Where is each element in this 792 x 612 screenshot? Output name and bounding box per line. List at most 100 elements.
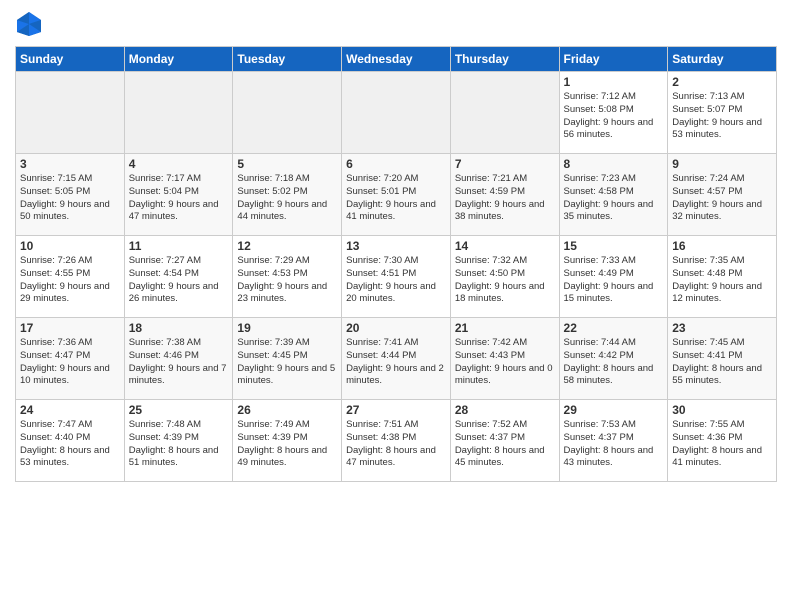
day-info: Sunrise: 7:12 AM Sunset: 5:08 PM Dayligh… (564, 91, 664, 142)
day-cell: 20 Sunrise: 7:41 AM Sunset: 4:44 PM Dayli… (342, 318, 451, 400)
day-number: 9 (672, 157, 772, 171)
day-number: 19 (237, 321, 337, 335)
day-cell: 3 Sunrise: 7:15 AM Sunset: 5:05 PM Daylig… (16, 154, 125, 236)
day-number: 23 (672, 321, 772, 335)
day-info: Sunrise: 7:42 AM Sunset: 4:43 PM Dayligh… (455, 337, 555, 388)
day-number: 28 (455, 403, 555, 417)
day-info: Sunrise: 7:29 AM Sunset: 4:53 PM Dayligh… (237, 255, 337, 306)
day-info: Sunrise: 7:18 AM Sunset: 5:02 PM Dayligh… (237, 173, 337, 224)
header-sunday: Sunday (16, 47, 125, 72)
header (15, 10, 777, 38)
week-row-1: 1 Sunrise: 7:12 AM Sunset: 5:08 PM Daylig… (16, 72, 777, 154)
day-number: 5 (237, 157, 337, 171)
header-wednesday: Wednesday (342, 47, 451, 72)
day-cell: 16 Sunrise: 7:35 AM Sunset: 4:48 PM Dayli… (668, 236, 777, 318)
day-cell (124, 72, 233, 154)
day-number: 25 (129, 403, 229, 417)
week-row-2: 3 Sunrise: 7:15 AM Sunset: 5:05 PM Daylig… (16, 154, 777, 236)
page: SundayMondayTuesdayWednesdayThursdayFrid… (0, 0, 792, 612)
header-tuesday: Tuesday (233, 47, 342, 72)
day-number: 10 (20, 239, 120, 253)
day-number: 4 (129, 157, 229, 171)
day-cell: 4 Sunrise: 7:17 AM Sunset: 5:04 PM Daylig… (124, 154, 233, 236)
day-cell: 25Sunrise: 7:48 AM Sunset: 4:39 PM Dayli… (124, 400, 233, 482)
day-info: Sunrise: 7:30 AM Sunset: 4:51 PM Dayligh… (346, 255, 446, 306)
day-cell: 2Sunrise: 7:13 AM Sunset: 5:07 PM Daylig… (668, 72, 777, 154)
header-monday: Monday (124, 47, 233, 72)
day-number: 3 (20, 157, 120, 171)
day-number: 16 (672, 239, 772, 253)
day-info: Sunrise: 7:33 AM Sunset: 4:49 PM Dayligh… (564, 255, 664, 306)
day-info: Sunrise: 7:49 AM Sunset: 4:39 PM Dayligh… (237, 419, 337, 470)
day-info: Sunrise: 7:24 AM Sunset: 4:57 PM Dayligh… (672, 173, 772, 224)
day-number: 20 (346, 321, 446, 335)
header-friday: Friday (559, 47, 668, 72)
day-info: Sunrise: 7:41 AM Sunset: 4:44 PM Dayligh… (346, 337, 446, 388)
day-cell: 7 Sunrise: 7:21 AM Sunset: 4:59 PM Daylig… (450, 154, 559, 236)
day-cell (450, 72, 559, 154)
week-row-3: 10Sunrise: 7:26 AM Sunset: 4:55 PM Dayli… (16, 236, 777, 318)
day-number: 1 (564, 75, 664, 89)
calendar: SundayMondayTuesdayWednesdayThursdayFrid… (15, 46, 777, 482)
day-info: Sunrise: 7:47 AM Sunset: 4:40 PM Dayligh… (20, 419, 120, 470)
day-info: Sunrise: 7:15 AM Sunset: 5:05 PM Dayligh… (20, 173, 120, 224)
day-cell: 29 Sunrise: 7:53 AM Sunset: 4:37 PM Dayli… (559, 400, 668, 482)
day-info: Sunrise: 7:52 AM Sunset: 4:37 PM Dayligh… (455, 419, 555, 470)
day-cell (342, 72, 451, 154)
day-number: 14 (455, 239, 555, 253)
day-number: 21 (455, 321, 555, 335)
day-number: 8 (564, 157, 664, 171)
day-number: 11 (129, 239, 229, 253)
header-thursday: Thursday (450, 47, 559, 72)
day-info: Sunrise: 7:39 AM Sunset: 4:45 PM Dayligh… (237, 337, 337, 388)
day-cell: 8 Sunrise: 7:23 AM Sunset: 4:58 PM Daylig… (559, 154, 668, 236)
day-info: Sunrise: 7:51 AM Sunset: 4:38 PM Dayligh… (346, 419, 446, 470)
day-cell (233, 72, 342, 154)
logo-icon (15, 10, 43, 38)
day-cell: 5 Sunrise: 7:18 AM Sunset: 5:02 PM Daylig… (233, 154, 342, 236)
day-info: Sunrise: 7:20 AM Sunset: 5:01 PM Dayligh… (346, 173, 446, 224)
day-number: 22 (564, 321, 664, 335)
header-saturday: Saturday (668, 47, 777, 72)
day-cell: 10Sunrise: 7:26 AM Sunset: 4:55 PM Dayli… (16, 236, 125, 318)
day-cell: 9 Sunrise: 7:24 AM Sunset: 4:57 PM Daylig… (668, 154, 777, 236)
day-cell: 21 Sunrise: 7:42 AM Sunset: 4:43 PM Dayli… (450, 318, 559, 400)
day-number: 12 (237, 239, 337, 253)
day-info: Sunrise: 7:38 AM Sunset: 4:46 PM Dayligh… (129, 337, 229, 388)
day-number: 17 (20, 321, 120, 335)
day-cell: 6 Sunrise: 7:20 AM Sunset: 5:01 PM Daylig… (342, 154, 451, 236)
day-cell: 13 Sunrise: 7:30 AM Sunset: 4:51 PM Dayli… (342, 236, 451, 318)
day-cell: 14Sunrise: 7:32 AM Sunset: 4:50 PM Dayli… (450, 236, 559, 318)
day-cell: 22Sunrise: 7:44 AM Sunset: 4:42 PM Dayli… (559, 318, 668, 400)
day-info: Sunrise: 7:53 AM Sunset: 4:37 PM Dayligh… (564, 419, 664, 470)
day-info: Sunrise: 7:21 AM Sunset: 4:59 PM Dayligh… (455, 173, 555, 224)
day-number: 15 (564, 239, 664, 253)
day-number: 18 (129, 321, 229, 335)
day-cell: 19 Sunrise: 7:39 AM Sunset: 4:45 PM Dayli… (233, 318, 342, 400)
day-number: 6 (346, 157, 446, 171)
calendar-header-row: SundayMondayTuesdayWednesdayThursdayFrid… (16, 47, 777, 72)
day-info: Sunrise: 7:55 AM Sunset: 4:36 PM Dayligh… (672, 419, 772, 470)
day-info: Sunrise: 7:27 AM Sunset: 4:54 PM Dayligh… (129, 255, 229, 306)
day-info: Sunrise: 7:13 AM Sunset: 5:07 PM Dayligh… (672, 91, 772, 142)
day-cell: 26 Sunrise: 7:49 AM Sunset: 4:39 PM Dayli… (233, 400, 342, 482)
day-cell: 11 Sunrise: 7:27 AM Sunset: 4:54 PM Dayli… (124, 236, 233, 318)
day-number: 26 (237, 403, 337, 417)
day-cell: 28 Sunrise: 7:52 AM Sunset: 4:37 PM Dayli… (450, 400, 559, 482)
day-cell: 23 Sunrise: 7:45 AM Sunset: 4:41 PM Dayli… (668, 318, 777, 400)
day-cell: 18 Sunrise: 7:38 AM Sunset: 4:46 PM Dayli… (124, 318, 233, 400)
day-info: Sunrise: 7:35 AM Sunset: 4:48 PM Dayligh… (672, 255, 772, 306)
day-number: 29 (564, 403, 664, 417)
logo (15, 10, 47, 38)
week-row-5: 24Sunrise: 7:47 AM Sunset: 4:40 PM Dayli… (16, 400, 777, 482)
day-cell: 27Sunrise: 7:51 AM Sunset: 4:38 PM Dayli… (342, 400, 451, 482)
day-info: Sunrise: 7:45 AM Sunset: 4:41 PM Dayligh… (672, 337, 772, 388)
day-info: Sunrise: 7:17 AM Sunset: 5:04 PM Dayligh… (129, 173, 229, 224)
day-info: Sunrise: 7:23 AM Sunset: 4:58 PM Dayligh… (564, 173, 664, 224)
day-number: 30 (672, 403, 772, 417)
day-number: 7 (455, 157, 555, 171)
day-cell: 1 Sunrise: 7:12 AM Sunset: 5:08 PM Daylig… (559, 72, 668, 154)
day-number: 13 (346, 239, 446, 253)
day-cell: 17Sunrise: 7:36 AM Sunset: 4:47 PM Dayli… (16, 318, 125, 400)
day-cell: 15 Sunrise: 7:33 AM Sunset: 4:49 PM Dayli… (559, 236, 668, 318)
